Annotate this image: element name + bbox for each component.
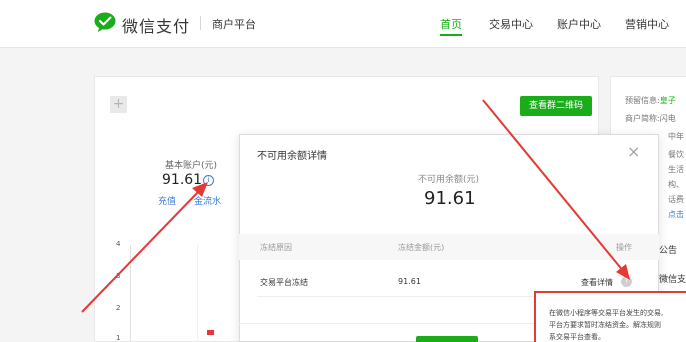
nav-marketing[interactable]: 营销中心: [625, 16, 669, 32]
fund-flow-link[interactable]: 金流水: [194, 194, 221, 207]
basic-account-label: 基本账户(元): [165, 161, 218, 171]
click-link[interactable]: 点击: [668, 209, 684, 220]
unavailable-balance-label: 不可用余额(元): [418, 175, 480, 185]
freeze-amount-cell: 91.61: [398, 277, 421, 286]
dialog-title: 不可用余额详情: [257, 151, 327, 162]
brand-name: 微信支付: [122, 17, 191, 36]
chart-y-axis: [130, 245, 131, 342]
notice-heading: 公告: [659, 246, 678, 256]
nav-active-indicator: [440, 34, 462, 36]
y-tick-label: 4: [116, 240, 121, 248]
tooltip-line: 平台方要求暂时冻结资金。解冻规则: [549, 321, 661, 329]
wechat-pay-logo-icon: [94, 12, 116, 32]
freeze-table-header: [239, 234, 659, 260]
tooltip-line: 在微信小程序等交易平台发生的交易,: [549, 309, 664, 317]
right-info-line: 生活: [668, 165, 684, 174]
column-header-amount: 冻结金额(元): [398, 243, 445, 252]
close-icon[interactable]: ×: [627, 144, 640, 160]
help-icon[interactable]: ?: [621, 276, 632, 287]
top-header: 微信支付 商户平台 首页 交易中心 账户中心 营销中心: [0, 0, 686, 48]
basic-account-balance: 91.61: [162, 172, 203, 188]
right-info-line: 餐饮: [668, 150, 684, 159]
right-info-line: 话费: [668, 195, 684, 204]
info-icon[interactable]: i: [203, 175, 214, 186]
freeze-reason-cell: 交易平台冻结: [260, 278, 308, 287]
add-button[interactable]: +: [110, 96, 127, 113]
unavailable-balance-value: 91.61: [424, 188, 476, 209]
column-header-action: 操作: [616, 243, 632, 252]
brand-divider: [200, 16, 201, 30]
y-tick-label: 3: [116, 272, 121, 280]
nav-transactions[interactable]: 交易中心: [489, 16, 533, 32]
notice-item[interactable]: 微信支付: [659, 272, 686, 285]
tooltip-line: 系交易平台查看。: [549, 333, 605, 341]
nav-home[interactable]: 首页: [440, 16, 462, 32]
right-info-line: 预留信息:皇子: [625, 96, 676, 105]
view-details-link[interactable]: 查看详情: [581, 277, 613, 288]
y-tick-label: 1: [116, 334, 121, 342]
view-group-qr-button[interactable]: 查看群二维码: [520, 96, 592, 116]
column-header-reason: 冻结原因: [260, 243, 292, 252]
y-tick-label: 2: [116, 304, 121, 312]
right-info-line: 构、: [668, 180, 684, 189]
right-info-line: 商户简称:闪电: [625, 114, 676, 123]
confirm-button[interactable]: [416, 336, 478, 342]
brand-subtitle: 商户平台: [212, 18, 256, 31]
chart-marker: [207, 330, 214, 335]
right-info-line: 中年: [668, 132, 684, 141]
recharge-link[interactable]: 充值: [158, 194, 176, 207]
chart-gridline: [197, 245, 198, 342]
nav-accounts[interactable]: 账户中心: [557, 16, 601, 32]
